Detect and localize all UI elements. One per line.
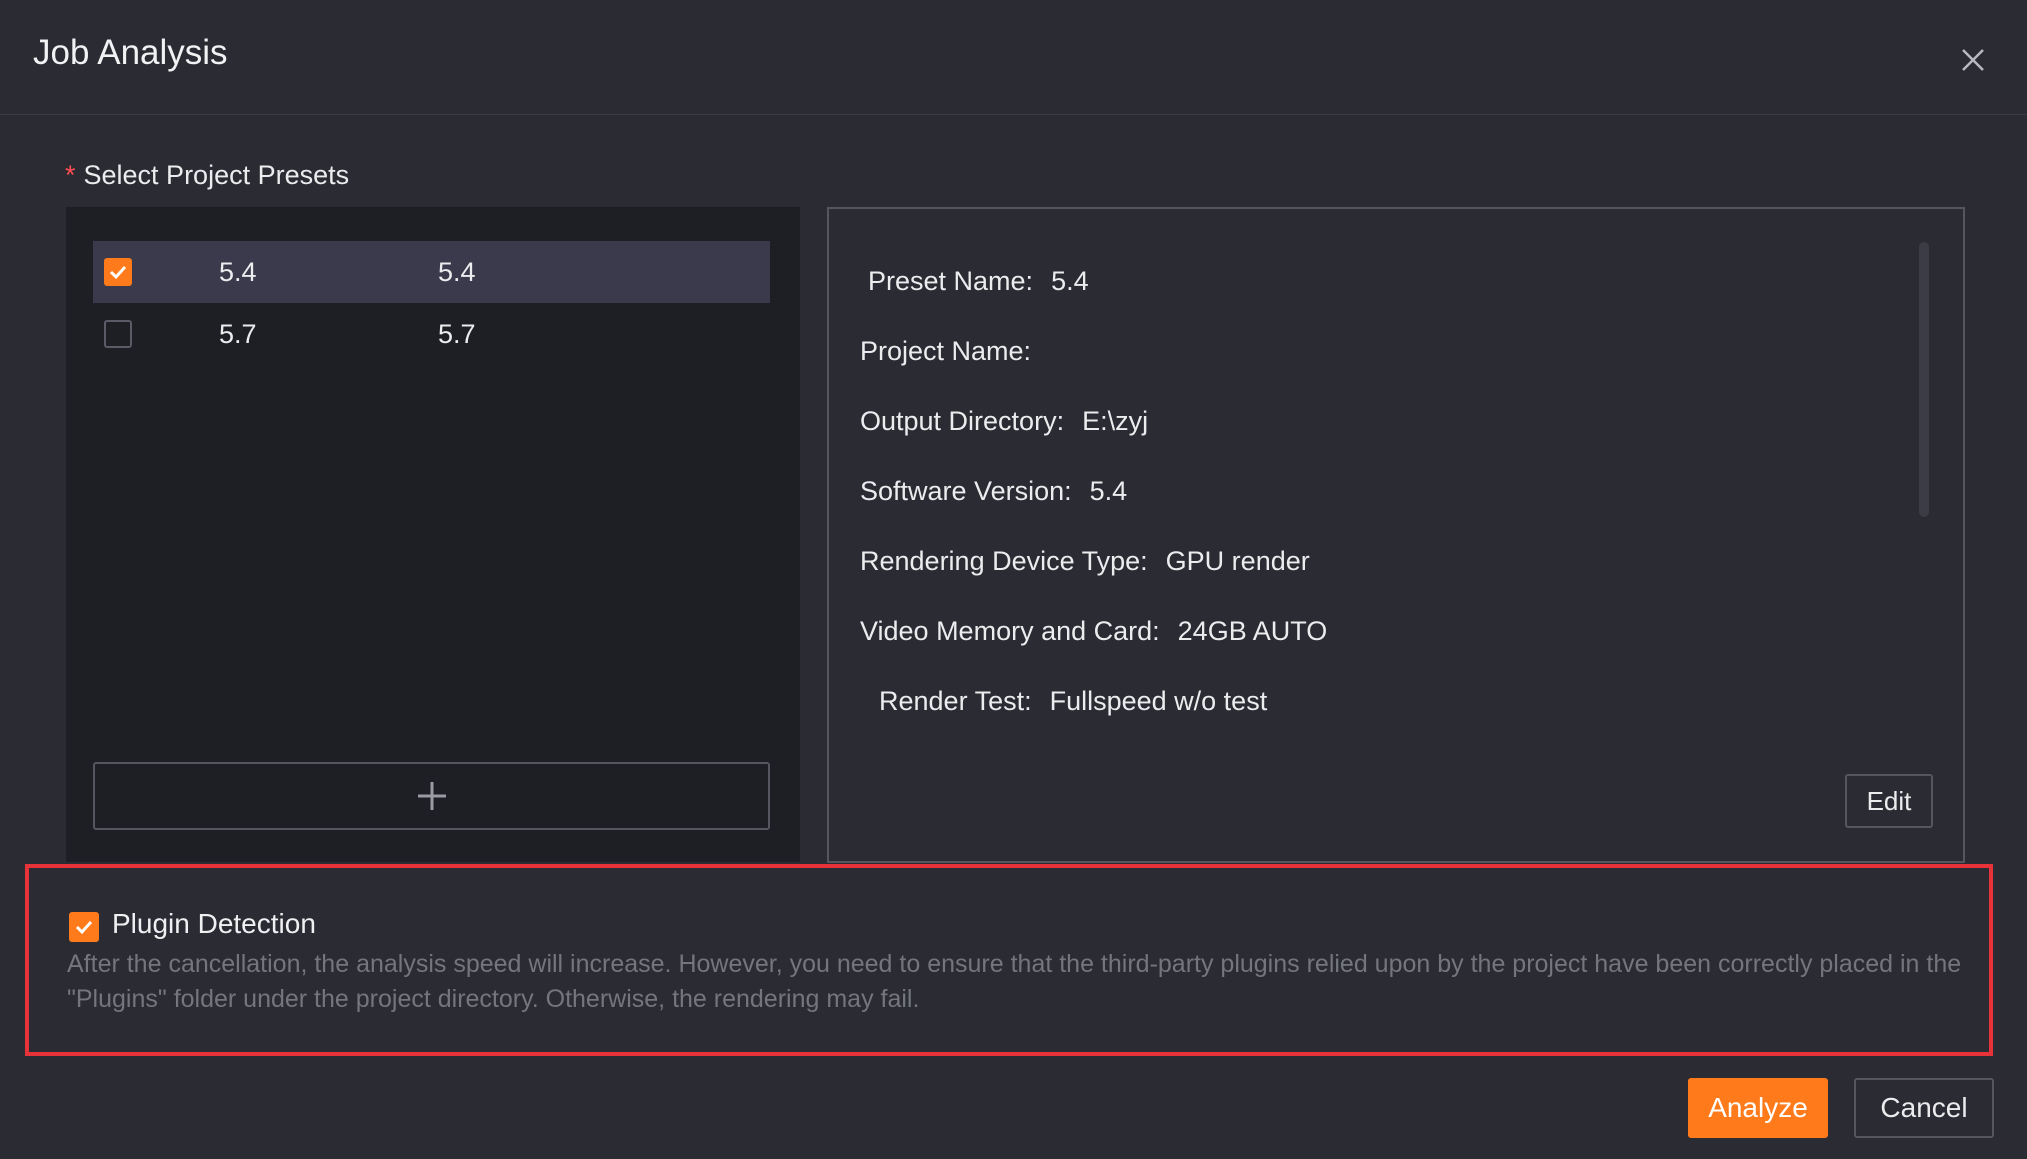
dialog-titlebar: Job Analysis: [0, 0, 2027, 115]
preset-name: 5.4: [219, 256, 257, 287]
preset-row-5-4[interactable]: 5.4 5.4: [93, 241, 770, 303]
analyze-button[interactable]: Analyze: [1688, 1078, 1828, 1138]
plus-icon: [417, 782, 446, 810]
preset-version: 5.7: [438, 318, 476, 349]
detail-software-version: Software Version: 5.4: [860, 476, 1127, 507]
detail-label: Render Test:: [879, 686, 1032, 716]
detail-value: 5.4: [1089, 476, 1128, 506]
detail-render-test: Render Test: Fullspeed w/o test: [879, 686, 1267, 717]
cancel-button[interactable]: Cancel: [1854, 1078, 1994, 1138]
preset-list: 5.4 5.4 5.7 5.7: [66, 207, 800, 862]
add-preset-button[interactable]: [93, 762, 770, 830]
close-button[interactable]: [1955, 42, 1991, 78]
close-icon: [1962, 49, 1984, 71]
preset-row-5-7[interactable]: 5.7 5.7: [93, 303, 770, 365]
job-analysis-dialog: Job Analysis * Select Project Presets 5.4…: [0, 0, 2027, 1159]
detail-value: 24GB AUTO: [1177, 616, 1328, 646]
detail-project-name: Project Name:: [860, 336, 1049, 367]
plugin-detection-description: After the cancellation, the analysis spe…: [67, 950, 1962, 1013]
dialog-title: Job Analysis: [33, 33, 228, 72]
edit-preset-button[interactable]: Edit: [1845, 774, 1933, 828]
dialog-footer: Analyze Cancel: [0, 1056, 2027, 1159]
detail-preset-name: Preset Name: 5.4: [868, 266, 1089, 297]
required-mark: *: [65, 160, 76, 190]
preset-checkbox-5-7[interactable]: [104, 320, 132, 348]
checkmark-icon: [75, 920, 93, 935]
detail-label: Preset Name:: [868, 266, 1034, 296]
plugin-detection-label: Plugin Detection: [112, 908, 316, 939]
detail-value: E:\zyj: [1082, 406, 1149, 436]
detail-scrollbar[interactable]: [1919, 242, 1929, 517]
detail-label: Video Memory and Card:: [860, 616, 1160, 646]
detail-value: Fullspeed w/o test: [1049, 686, 1268, 716]
plugin-detection-section: Plugin Detection After the cancellation,…: [25, 864, 1993, 1056]
detail-value: GPU render: [1165, 546, 1310, 576]
detail-label: Rendering Device Type:: [860, 546, 1148, 576]
preset-detail-panel: Preset Name: 5.4 Project Name: Output Dir…: [827, 207, 1965, 863]
detail-value: 5.4: [1051, 266, 1089, 296]
select-presets-label: * Select Project Presets: [65, 160, 349, 191]
preset-version: 5.4: [438, 256, 476, 287]
checkmark-icon: [109, 265, 127, 280]
select-presets-text: Select Project Presets: [83, 160, 350, 190]
detail-video-memory: Video Memory and Card: 24GB AUTO: [860, 616, 1327, 647]
plugin-detection-checkbox[interactable]: [69, 912, 99, 942]
preset-checkbox-5-4[interactable]: [104, 258, 132, 286]
preset-name: 5.7: [219, 318, 257, 349]
detail-label: Software Version:: [860, 476, 1072, 506]
detail-device-type: Rendering Device Type: GPU render: [860, 546, 1310, 577]
detail-label: Project Name:: [860, 336, 1032, 366]
detail-output-directory: Output Directory: E:\zyj: [860, 406, 1148, 437]
detail-label: Output Directory:: [860, 406, 1065, 436]
